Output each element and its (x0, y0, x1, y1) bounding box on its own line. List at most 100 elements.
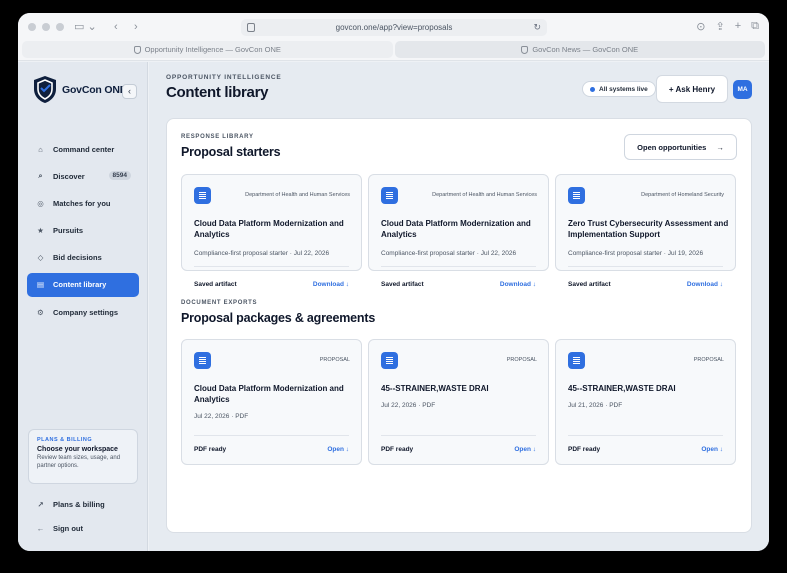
card-state: Saved artifact (568, 281, 611, 288)
card-title: Cloud Data Platform Modernization and An… (381, 219, 531, 239)
sidebar-item-plans-billing[interactable]: ↗ Plans & billing (27, 494, 139, 514)
button-label: Open opportunities (637, 142, 707, 152)
card-title: Cloud Data Platform Modernization and An… (194, 219, 344, 239)
document-icon (568, 187, 585, 204)
ask-henry-button[interactable]: + Ask Henry (656, 75, 728, 103)
agency-label: Department of Health and Human Services (432, 192, 537, 198)
tab-label: GovCon News — GovCon ONE (532, 45, 639, 54)
card-meta: Jul 21, 2026 · PDF (568, 402, 623, 409)
brand-name: GovCon ONE (62, 83, 127, 96)
card-divider (381, 266, 536, 267)
sidebar-item-matches[interactable]: ◎ Matches for you (27, 191, 139, 215)
proposal-package-card[interactable]: PROPOSAL 45--STRAINER,WASTE DRAI Jul 21,… (555, 339, 736, 465)
tab-overview-icon[interactable]: ⧉ (751, 20, 759, 33)
tab-opportunity-intelligence[interactable]: Opportunity Intelligence — GovCon ONE (22, 41, 393, 58)
proposal-starter-card[interactable]: Department of Homeland Security Zero Tru… (555, 174, 736, 288)
window-controls (28, 23, 64, 31)
search-icon: ⌕ (38, 171, 43, 181)
library-icon: ▤ (36, 280, 45, 290)
section-title: Proposal packages & agreements (181, 311, 376, 325)
diamond-icon: ◇ (37, 253, 44, 263)
browser-window: ▭ ⌄ ‹ › govcon.one/app?view=proposals ↻ … (18, 13, 769, 551)
sidebar-item-discover[interactable]: ⌕ Discover 8594 (27, 164, 139, 188)
sidebar-item-label: Discover (53, 171, 85, 181)
sidebar-item-label: Matches for you (53, 198, 111, 208)
document-icon (381, 352, 398, 369)
card-title: 45--STRAINER,WASTE DRAI (381, 384, 489, 393)
share-icon[interactable]: ⇪ (715, 20, 724, 33)
sidebar-item-content-library[interactable]: ▤ Content library (27, 272, 139, 297)
collapse-sidebar-button[interactable]: ‹ (122, 84, 137, 99)
sidebar-item-sign-out[interactable]: ← Sign out (27, 518, 139, 538)
card-state: PDF ready (568, 446, 601, 453)
open-link[interactable]: Open ↓ (701, 446, 723, 453)
new-tab-icon[interactable]: + (735, 20, 741, 33)
sidebar-item-pursuits[interactable]: ★ Pursuits (27, 219, 139, 243)
open-opportunities-button[interactable]: Open opportunities → (624, 134, 737, 160)
url-text: govcon.one/app?view=proposals (335, 23, 453, 32)
document-icon (194, 187, 211, 204)
external-arrow-icon: ↗ (37, 499, 44, 509)
card-state: Saved artifact (381, 281, 424, 288)
document-icon (381, 187, 398, 204)
download-link[interactable]: Download ↓ (687, 281, 723, 288)
sidebar-item-company-settings[interactable]: ⚙ Company settings (27, 300, 139, 324)
document-type-tag: PROPOSAL (506, 357, 537, 363)
brand-logo[interactable]: GovCon ONE (32, 75, 127, 104)
main-content: OPPORTUNITY INTELLIGENCE Content library… (149, 62, 769, 551)
sidebar-item-label: Pursuits (53, 226, 84, 236)
open-link[interactable]: Open ↓ (514, 446, 536, 453)
browser-chrome: ▭ ⌄ ‹ › govcon.one/app?view=proposals ↻ … (18, 13, 769, 61)
sidebar-item-command-center[interactable]: ⌂ Command center (27, 137, 139, 161)
close-window-button[interactable] (28, 23, 36, 31)
sidebar-toggle-icon[interactable]: ▭ ⌄ (74, 21, 97, 33)
page-title: Content library (166, 84, 269, 101)
avatar[interactable]: MA (733, 80, 752, 99)
plans-billing-card[interactable]: PLANS & BILLING Choose your workspace Re… (28, 429, 138, 484)
card-divider (381, 435, 536, 436)
proposal-starter-card[interactable]: Department of Health and Human Services … (181, 174, 362, 288)
sidebar-item-bid-decisions[interactable]: ◇ Bid decisions (27, 246, 139, 270)
sidebar-item-label: Bid decisions (53, 253, 102, 263)
browser-toolbar-right: ⊙ ⇪ + ⧉ (696, 20, 759, 33)
status-text: All systems live (599, 85, 648, 93)
card-meta: Jul 22, 2026 · PDF (381, 402, 436, 409)
sidebar-nav: ⌂ Command center ⌕ Discover 8594 ◎ Match… (27, 137, 139, 327)
proposal-package-card[interactable]: PROPOSAL 45--STRAINER,WASTE DRAI Jul 22,… (368, 339, 549, 465)
document-icon (194, 352, 211, 369)
arrow-right-icon: → (716, 142, 724, 152)
reload-icon[interactable]: ↻ (533, 22, 541, 33)
agency-label: Department of Homeland Security (641, 192, 724, 198)
shield-icon (133, 45, 141, 54)
open-link[interactable]: Open ↓ (327, 446, 349, 453)
card-state: Saved artifact (194, 281, 237, 288)
forward-icon[interactable]: › (134, 21, 138, 33)
download-link[interactable]: Download ↓ (500, 281, 536, 288)
sign-out-icon: ← (36, 523, 45, 533)
card-title: Cloud Data Platform Modernization and An… (194, 384, 344, 404)
proposal-starter-card[interactable]: Department of Health and Human Services … (368, 174, 549, 288)
section-title: Proposal starters (181, 145, 281, 159)
count-badge: 8594 (108, 171, 131, 181)
document-type-tag: PROPOSAL (319, 357, 350, 363)
address-bar[interactable]: govcon.one/app?view=proposals ↻ (241, 19, 547, 36)
page-eyebrow: OPPORTUNITY INTELLIGENCE (166, 74, 282, 81)
proposal-package-card[interactable]: PROPOSAL Cloud Data Platform Modernizati… (181, 339, 362, 465)
minimize-window-button[interactable] (42, 23, 50, 31)
status-dot-icon (590, 86, 595, 92)
page-icon (247, 23, 255, 32)
back-icon[interactable]: ‹ (114, 21, 118, 33)
download-icon[interactable]: ⊙ (696, 20, 705, 33)
sidebar-item-label: Content library (53, 280, 107, 290)
plan-card-title: Choose your workspace (37, 446, 118, 453)
sidebar-item-label: Company settings (53, 307, 119, 317)
zoom-window-button[interactable] (56, 23, 64, 31)
sidebar: GovCon ONE ‹ ⌂ Command center ⌕ Discover… (18, 62, 148, 551)
govcon-shield-icon (34, 76, 56, 103)
card-divider (194, 435, 349, 436)
document-type-tag: PROPOSAL (693, 357, 724, 363)
tab-govcon-news[interactable]: GovCon News — GovCon ONE (394, 41, 765, 58)
card-meta: Compliance-first proposal starter · Jul … (381, 250, 517, 257)
download-link[interactable]: Download ↓ (313, 281, 349, 288)
shield-icon (521, 45, 529, 54)
